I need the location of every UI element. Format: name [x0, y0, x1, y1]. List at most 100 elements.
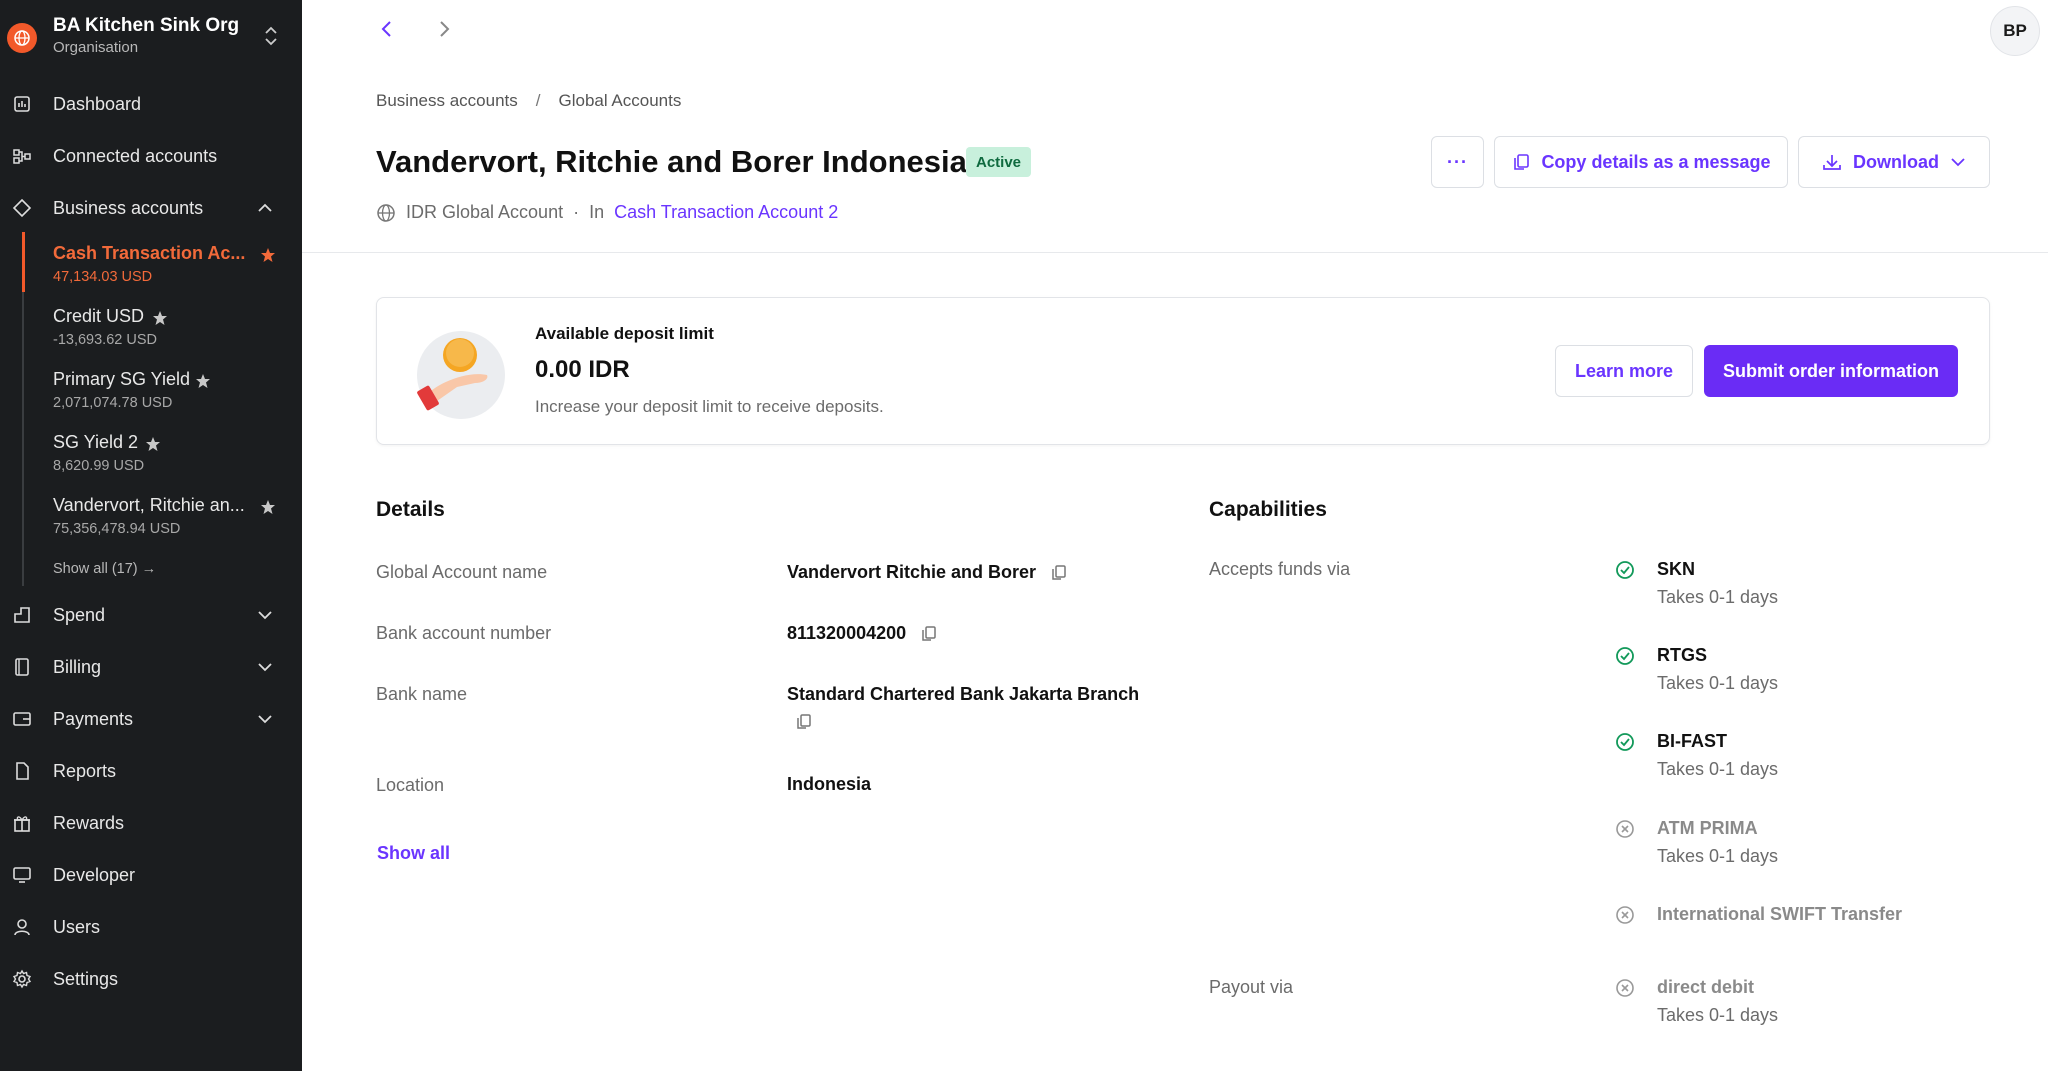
submit-order-button[interactable]: Submit order information	[1704, 345, 1958, 397]
chevron-up-icon	[258, 203, 272, 212]
sidebar-label: Payments	[53, 708, 134, 729]
sidebar-label: Billing	[53, 656, 102, 677]
sidebar-label: Business accounts	[53, 197, 204, 218]
sidebar-subitem-account[interactable]: Cash Transaction Ac... 47,134.03 USD	[53, 243, 293, 285]
copy-icon[interactable]	[1050, 564, 1068, 582]
sidebar-show-all-link[interactable]: Show all (17) →	[53, 561, 156, 577]
coin-hand-illustration	[417, 331, 505, 419]
capability-desc: Takes 0-1 days	[1657, 846, 1779, 866]
sidebar-subitem-account[interactable]: Primary SG Yield 2,071,074.78 USD	[53, 369, 293, 411]
detail-value: Indonesia	[787, 774, 871, 795]
sidebar-subitem-account[interactable]: Vandervort, Ritchie an... 75,356,478.94 …	[53, 495, 293, 537]
account-subtitle: IDR Global Account · In Cash Transaction…	[376, 202, 838, 223]
copy-icon[interactable]	[795, 713, 813, 731]
account-name: Credit USD	[53, 306, 145, 326]
bank-account-number: 811320004200	[787, 623, 907, 643]
avatar[interactable]: BP	[1990, 6, 2040, 56]
capabilities-title: Capabilities	[1209, 498, 1327, 521]
capability-desc: Takes 0-1 days	[1657, 1005, 1779, 1025]
sidebar-item-developer[interactable]: Developer	[0, 855, 302, 895]
globe-icon	[7, 23, 37, 53]
sidebar-item-users[interactable]: Users	[0, 907, 302, 947]
capability-name: RTGS	[1657, 645, 1708, 665]
payments-icon	[12, 709, 32, 729]
diamond-icon	[12, 198, 32, 218]
breadcrumb: Business accounts / Global Accounts	[376, 91, 681, 111]
org-switcher[interactable]: BA Kitchen Sink Org Organisation	[0, 0, 302, 70]
deposit-limit-description: Increase your deposit limit to receive d…	[535, 397, 884, 416]
billing-icon	[12, 657, 32, 677]
capability-name: BI-FAST	[1657, 731, 1727, 751]
copy-details-button[interactable]: Copy details as a message	[1494, 136, 1788, 188]
account-balance: 75,356,478.94 USD	[53, 521, 181, 537]
breadcrumb-parent[interactable]: Business accounts	[376, 91, 518, 111]
breadcrumb-separator: /	[535, 91, 541, 110]
account-name: Cash Transaction Ac...	[53, 243, 246, 263]
global-account-name: Vandervort Ritchie and Borer	[787, 562, 1037, 582]
dashboard-icon	[12, 94, 32, 114]
sidebar-item-rewards[interactable]: Rewards	[0, 803, 302, 843]
capability-desc: Takes 0-1 days	[1657, 673, 1779, 693]
connected-accounts-icon	[12, 146, 32, 166]
chevron-down-icon	[258, 715, 272, 724]
more-options-button[interactable]: ···	[1431, 136, 1484, 188]
deposit-limit-card: Available deposit limit 0.00 IDR Increas…	[376, 297, 1990, 445]
sidebar-subitem-account[interactable]: SG Yield 2 8,620.99 USD	[53, 432, 293, 474]
org-name: BA Kitchen Sink Org	[53, 15, 240, 36]
star-icon[interactable]	[152, 310, 168, 326]
copy-icon	[1514, 154, 1530, 170]
globe-icon	[377, 203, 395, 222]
detail-label: Global Account name	[376, 562, 548, 582]
x-circle-icon	[1616, 906, 1634, 924]
detail-value: Standard Chartered Bank Jakarta Branch	[787, 684, 1139, 705]
copy-icon[interactable]	[920, 625, 938, 643]
capability-name: SKN	[1657, 559, 1696, 579]
breadcrumb-current[interactable]: Global Accounts	[558, 91, 681, 111]
sidebar-label: Users	[53, 916, 101, 937]
sidebar-item-settings[interactable]: Settings	[0, 959, 302, 999]
detail-label: Bank account number	[376, 623, 552, 643]
check-circle-icon	[1616, 561, 1634, 579]
detail-value: Vandervort Ritchie and Borer	[787, 562, 1068, 583]
payout-label: Payout via	[1209, 977, 1294, 997]
org-subtitle: Organisation	[53, 39, 139, 56]
parent-account-link[interactable]: Cash Transaction Account 2	[614, 202, 838, 223]
account-balance: 8,620.99 USD	[53, 458, 145, 474]
star-icon[interactable]	[145, 436, 161, 452]
ellipsis-icon: ···	[1447, 151, 1468, 172]
sidebar-item-dashboard[interactable]: Dashboard	[0, 84, 302, 124]
account-name: SG Yield 2	[53, 432, 139, 452]
account-balance: 2,071,074.78 USD	[53, 395, 173, 411]
sidebar-item-business-accounts[interactable]: Business accounts	[0, 188, 302, 228]
sidebar-item-reports[interactable]: Reports	[0, 751, 302, 791]
sidebar-item-connected-accounts[interactable]: Connected accounts	[0, 136, 302, 176]
account-name: Vandervort, Ritchie an...	[53, 495, 245, 515]
sidebar-item-payments[interactable]: Payments	[0, 699, 302, 739]
deposit-limit-label: Available deposit limit	[535, 324, 714, 343]
account-balance: 47,134.03 USD	[53, 269, 153, 285]
forward-arrow-icon[interactable]	[433, 18, 455, 40]
star-icon[interactable]	[260, 247, 276, 263]
chevron-down-icon	[258, 611, 272, 620]
x-circle-icon	[1616, 979, 1634, 997]
accepts-funds-label: Accepts funds via	[1209, 559, 1351, 579]
spend-icon	[12, 605, 32, 625]
show-all-details-link[interactable]: Show all	[377, 843, 450, 864]
account-type: IDR Global Account	[406, 202, 564, 222]
sidebar-label: Reports	[53, 760, 117, 781]
sidebar-label: Dashboard	[53, 93, 142, 114]
back-arrow-icon[interactable]	[376, 18, 398, 40]
star-icon[interactable]	[195, 373, 211, 389]
download-button[interactable]: Download	[1798, 136, 1990, 188]
capability-name: direct debit	[1657, 977, 1755, 997]
star-icon[interactable]	[260, 499, 276, 515]
capability-desc: Takes 0-1 days	[1657, 759, 1779, 779]
sidebar-item-billing[interactable]: Billing	[0, 647, 302, 687]
sidebar-subitem-account[interactable]: Credit USD -13,693.62 USD	[53, 306, 293, 348]
page-title: Vandervort, Ritchie and Borer Indonesia	[376, 144, 967, 179]
learn-more-button[interactable]: Learn more	[1555, 345, 1693, 397]
user-icon	[12, 917, 32, 937]
active-indicator	[22, 232, 25, 292]
sidebar-item-spend[interactable]: Spend	[0, 595, 302, 635]
account-name: Primary SG Yield	[53, 369, 191, 389]
